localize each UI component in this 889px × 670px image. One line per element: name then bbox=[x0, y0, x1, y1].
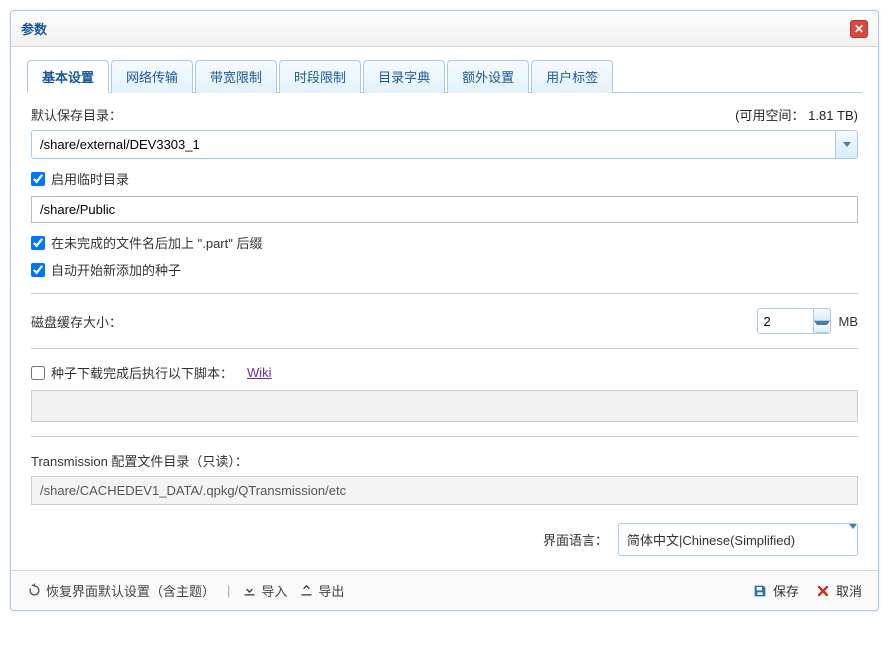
close-icon: ✕ bbox=[854, 23, 864, 35]
auto-start-label: 自动开始新添加的种子 bbox=[51, 260, 181, 279]
lang-dropdown-button[interactable] bbox=[849, 524, 857, 555]
close-button[interactable]: ✕ bbox=[850, 20, 868, 38]
cache-label: 磁盘缓存大小： bbox=[31, 312, 122, 331]
export-icon bbox=[299, 583, 314, 598]
lang-label: 界面语言： bbox=[543, 530, 608, 549]
footer-right: 保存 取消 bbox=[752, 581, 862, 600]
tab-basic[interactable]: 基本设置 bbox=[27, 60, 109, 93]
chevron-down-icon bbox=[843, 142, 851, 147]
separator bbox=[31, 293, 858, 294]
part-suffix-label: 在未完成的文件名后加上 ".part" 后缀 bbox=[51, 233, 262, 252]
chevron-down-icon bbox=[849, 524, 857, 529]
import-icon bbox=[242, 583, 257, 598]
part-suffix-checkbox[interactable] bbox=[31, 236, 45, 250]
cache-unit: MB bbox=[839, 314, 859, 329]
config-dir-input bbox=[31, 476, 858, 505]
temp-dir-label: 启用临时目录 bbox=[51, 169, 129, 188]
settings-dialog: 参数 ✕ 基本设置 网络传输 带宽限制 时段限制 目录字典 额外设置 用户标签 … bbox=[10, 10, 879, 611]
dialog-body: 基本设置 网络传输 带宽限制 时段限制 目录字典 额外设置 用户标签 默认保存目… bbox=[11, 47, 878, 570]
tab-bar: 基本设置 网络传输 带宽限制 时段限制 目录字典 额外设置 用户标签 bbox=[27, 59, 862, 93]
lang-value: 简体中文|Chinese(Simplified) bbox=[619, 524, 849, 555]
wiki-link[interactable]: Wiki bbox=[247, 365, 272, 380]
spinner-buttons bbox=[813, 309, 830, 333]
tab-extra[interactable]: 额外设置 bbox=[447, 60, 529, 93]
footer-left: 恢复界面默认设置（含主题） | 导入 导出 bbox=[27, 581, 344, 600]
default-dir-dropdown-button[interactable] bbox=[835, 131, 857, 158]
tab-content: 默认保存目录： (可用空间： 1.81 TB) 启用临时目录 在未完成的文件名后… bbox=[27, 105, 862, 556]
default-dir-row: 默认保存目录： (可用空间： 1.81 TB) bbox=[31, 105, 858, 124]
chevron-down-icon bbox=[814, 321, 830, 333]
titlebar: 参数 ✕ bbox=[11, 11, 878, 47]
cache-input-wrap: MB bbox=[757, 308, 859, 334]
tab-schedule[interactable]: 时段限制 bbox=[279, 60, 361, 93]
dialog-footer: 恢复界面默认设置（含主题） | 导入 导出 保存 取消 bbox=[11, 570, 878, 610]
script-path-input bbox=[31, 390, 858, 422]
spinner-up[interactable] bbox=[814, 309, 830, 321]
tab-bandwidth[interactable]: 带宽限制 bbox=[195, 60, 277, 93]
chevron-up-icon bbox=[814, 309, 830, 321]
cancel-icon bbox=[815, 583, 831, 599]
restore-defaults-button[interactable]: 恢复界面默认设置（含主题） bbox=[27, 581, 215, 600]
lang-combo[interactable]: 简体中文|Chinese(Simplified) bbox=[618, 523, 858, 556]
tab-network[interactable]: 网络传输 bbox=[111, 60, 193, 93]
script-row: 种子下载完成后执行以下脚本： Wiki bbox=[31, 363, 858, 382]
default-dir-input[interactable] bbox=[32, 131, 835, 158]
config-dir-label: Transmission 配置文件目录（只读）： bbox=[31, 451, 858, 470]
import-button[interactable]: 导入 bbox=[242, 581, 287, 600]
tab-dir-dict[interactable]: 目录字典 bbox=[363, 60, 445, 93]
tab-user-tags[interactable]: 用户标签 bbox=[531, 60, 613, 93]
cancel-button[interactable]: 取消 bbox=[815, 581, 862, 600]
restore-icon bbox=[27, 583, 42, 598]
save-button[interactable]: 保存 bbox=[752, 581, 799, 600]
default-dir-combo bbox=[31, 130, 858, 159]
lang-row: 界面语言： 简体中文|Chinese(Simplified) bbox=[31, 523, 858, 556]
free-space-text: (可用空间： 1.81 TB) bbox=[735, 105, 858, 124]
auto-start-row: 自动开始新添加的种子 bbox=[31, 260, 858, 279]
script-label: 种子下载完成后执行以下脚本： bbox=[51, 363, 233, 382]
part-suffix-row: 在未完成的文件名后加上 ".part" 后缀 bbox=[31, 233, 858, 252]
save-icon bbox=[752, 583, 768, 599]
auto-start-checkbox[interactable] bbox=[31, 263, 45, 277]
separator bbox=[31, 348, 858, 349]
cache-input[interactable] bbox=[758, 309, 813, 333]
cache-spinner bbox=[757, 308, 831, 334]
script-checkbox[interactable] bbox=[31, 366, 45, 380]
temp-dir-checkbox[interactable] bbox=[31, 172, 45, 186]
separator bbox=[31, 436, 858, 437]
spinner-down[interactable] bbox=[814, 321, 830, 333]
export-button[interactable]: 导出 bbox=[299, 581, 344, 600]
default-dir-label: 默认保存目录： bbox=[31, 105, 122, 124]
footer-divider: | bbox=[227, 583, 230, 598]
cache-row: 磁盘缓存大小： MB bbox=[31, 308, 858, 334]
dialog-title: 参数 bbox=[21, 19, 47, 38]
temp-dir-enable-row: 启用临时目录 bbox=[31, 169, 858, 188]
temp-dir-input[interactable] bbox=[31, 196, 858, 223]
